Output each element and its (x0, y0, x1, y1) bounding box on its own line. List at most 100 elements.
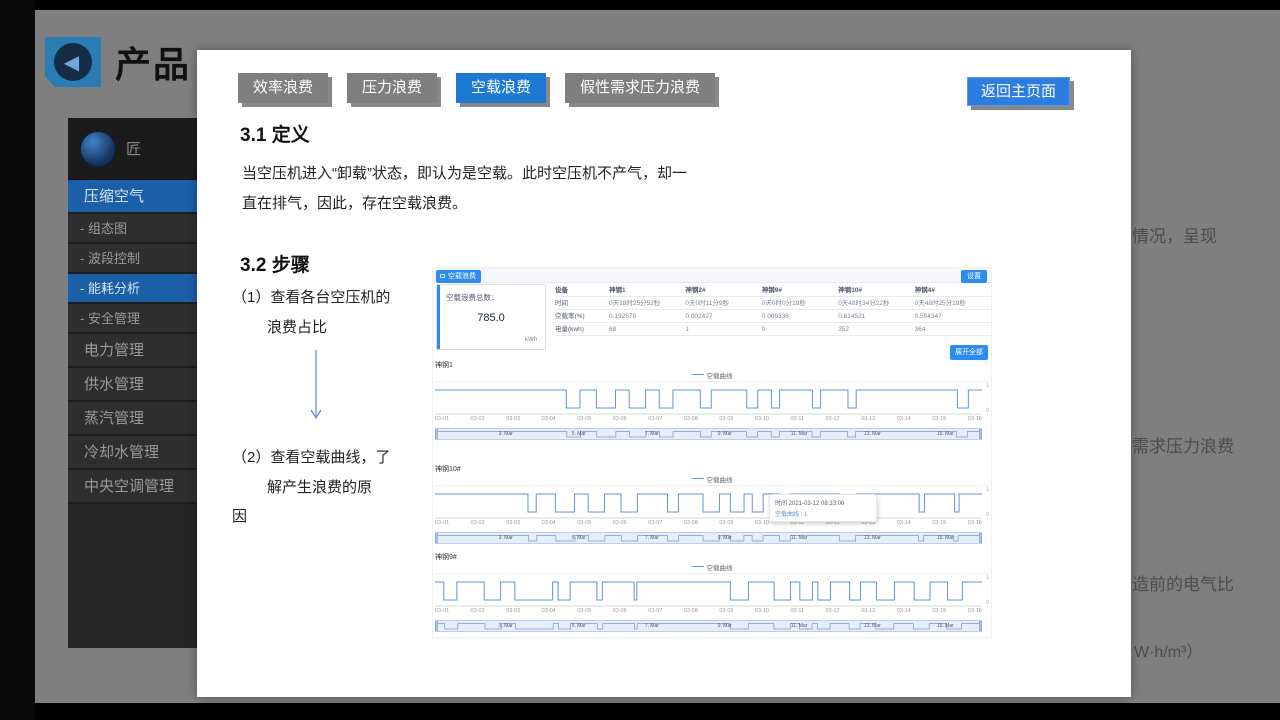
x-tick: 03-03 (506, 608, 520, 616)
sidebar-logo-row: 匠 (68, 118, 200, 180)
slider-date-label: 5. Mar (572, 431, 586, 437)
slider-date-label: 9. Mar (718, 623, 732, 629)
return-main-button[interactable]: 返回主页面 (967, 77, 1070, 106)
x-tick: 03-09 (719, 416, 733, 424)
tab-空载浪费[interactable]: 空载浪费 (456, 73, 546, 103)
slide-title-row: ◀ 产品 (45, 36, 191, 88)
screen: ◀ 产品 匠 压缩空气- 组态图- 波段控制- 能耗分析- 安全管理电力管理供水… (0, 0, 1280, 720)
left-black-bar (0, 0, 35, 720)
chart-plot-area[interactable]: 10 (435, 381, 989, 414)
x-axis-ticks: 03-0103-0203-0303-0403-0503-0603-0703-08… (435, 416, 989, 424)
legend-line-icon (692, 478, 704, 479)
slide-title: 产品 (115, 36, 191, 88)
x-tick: 03-10 (755, 520, 769, 528)
sidebar-item[interactable]: 供水管理 (68, 368, 200, 402)
legend-label: 空载曲线 (707, 474, 733, 484)
slider-date-label: 15. Mar (937, 431, 954, 437)
slider-handle-left[interactable] (435, 533, 438, 543)
slider-handle-right[interactable] (979, 533, 982, 543)
x-tick: 03-16 (968, 416, 982, 424)
y-axis-min: 0 (986, 408, 989, 414)
legend-line-icon (692, 374, 704, 375)
chart-legend[interactable]: 空载曲线 (435, 474, 989, 483)
x-tick: 03-10 (755, 608, 769, 616)
background-text-fragment: 造前的电气比 (1132, 570, 1234, 595)
sidebar-menu: 压缩空气- 组态图- 波段控制- 能耗分析- 安全管理电力管理供水管理蒸汽管理冷… (68, 180, 200, 504)
y-axis-min: 0 (986, 512, 989, 518)
chart-zoom-slider[interactable]: 3. Mar5. Mar7. Mar9. Mar11. Mar13. Mar15… (435, 620, 982, 632)
slider-handle-right[interactable] (979, 429, 982, 439)
definition-text-line1: 当空压机进入“卸载”状态，即认为是空载。此时空压机不产气，却一 (242, 162, 687, 183)
x-tick: 03-07 (648, 416, 662, 424)
brand-name: 匠 (126, 138, 141, 159)
sidebar-item[interactable]: 电力管理 (68, 334, 200, 368)
x-tick: 03-12 (826, 416, 840, 424)
x-tick: 03-16 (968, 520, 982, 528)
chart-plot-area[interactable]: 10 (435, 573, 989, 606)
y-axis-min: 0 (986, 600, 989, 606)
slider-date-label: 3. Mar (499, 623, 513, 629)
x-tick: 03-15 (932, 416, 946, 424)
slider-date-label: 15. Mar (937, 535, 954, 541)
slider-date-label: 5. Mar (572, 623, 586, 629)
x-tick: 03-07 (648, 520, 662, 528)
sidebar-item[interactable]: - 安全管理 (68, 304, 200, 334)
x-tick: 03-05 (577, 416, 591, 424)
slider-date-label: 5. Mar (572, 535, 586, 541)
sidebar-item[interactable]: - 组态图 (68, 214, 200, 244)
legend-label: 空载曲线 (707, 562, 733, 572)
back-arrow-icon[interactable]: ◀ (45, 37, 101, 87)
x-tick: 03-04 (542, 416, 556, 424)
sidebar-item[interactable]: 蒸汽管理 (68, 402, 200, 436)
waste-detail-modal: 效率浪费压力浪费空载浪费假性需求压力浪费 返回主页面 3.1 定义 当空压机进入… (197, 50, 1131, 697)
legend-label: 空载曲线 (707, 370, 733, 380)
play-left-icon: ◀ (54, 43, 92, 81)
step1-line1: （1）查看各台空压机的 (232, 286, 390, 307)
step2-line1: （2）查看空载曲线，了 (232, 446, 390, 467)
x-tick: 03-10 (755, 416, 769, 424)
background-text-fragment: 情况，呈现 (1132, 222, 1217, 247)
sidebar-item[interactable]: 中央空调管理 (68, 470, 200, 504)
slider-date-label: 7. Mar (645, 535, 659, 541)
sidebar-item[interactable]: 压缩空气 (68, 180, 200, 214)
chart-title: 神钢10# (435, 464, 989, 474)
bottom-black-bar (0, 703, 1280, 720)
background-text-fragment: W·h/m³） (1134, 638, 1202, 662)
sidebar-item[interactable]: - 能耗分析 (68, 274, 200, 304)
chart-title: 神钢9# (435, 552, 989, 562)
x-tick: 03-15 (932, 520, 946, 528)
tab-假性需求压力浪费[interactable]: 假性需求压力浪费 (565, 73, 715, 103)
y-axis-max: 1 (986, 383, 989, 389)
sidebar-item[interactable]: 冷却水管理 (68, 436, 200, 470)
slider-date-label: 15. Mar (937, 623, 954, 629)
chart-plot-area[interactable]: 10时间 2021-03-12 08:33:00空载曲线 : 1 (435, 485, 989, 518)
x-tick: 03-01 (435, 520, 449, 528)
chart-zoom-slider[interactable]: 3. Mar5. Mar7. Mar9. Mar11. Mar13. Mar15… (435, 428, 982, 440)
chart-zoom-slider[interactable]: 3. Mar5. Mar7. Mar9. Mar11. Mar13. Mar15… (435, 532, 982, 544)
x-tick: 03-14 (897, 608, 911, 616)
slider-handle-left[interactable] (435, 429, 438, 439)
y-axis-max: 1 (986, 487, 989, 493)
sidebar: 匠 压缩空气- 组态图- 波段控制- 能耗分析- 安全管理电力管理供水管理蒸汽管… (68, 118, 200, 648)
slider-handle-left[interactable] (435, 621, 438, 631)
x-tick: 03-02 (471, 608, 485, 616)
x-tick: 03-02 (471, 520, 485, 528)
x-tick: 03-05 (577, 520, 591, 528)
tab-效率浪费[interactable]: 效率浪费 (238, 73, 328, 103)
tab-压力浪费[interactable]: 压力浪费 (347, 73, 437, 103)
slider-date-label: 13. Mar (864, 431, 881, 437)
sidebar-item[interactable]: - 波段控制 (68, 244, 200, 274)
x-tick: 03-14 (897, 520, 911, 528)
slider-date-label: 11. Mar (791, 431, 808, 437)
x-tick: 03-08 (684, 520, 698, 528)
x-tick: 03-03 (506, 416, 520, 424)
dashboard-screenshot: 空载浪费 设置 空载浪费总数： 785.0 kWh 设备神钢1神钢2#神钢9#神… (432, 267, 992, 638)
chart-legend[interactable]: 空载曲线 (435, 562, 989, 571)
slider-handle-right[interactable] (979, 621, 982, 631)
x-tick: 03-16 (968, 608, 982, 616)
chart-tooltip: 时间 2021-03-12 08:33:00空载曲线 : 1 (769, 494, 877, 522)
x-tick: 03-04 (542, 608, 556, 616)
chart-legend[interactable]: 空载曲线 (435, 370, 989, 379)
x-tick: 03-01 (435, 416, 449, 424)
slider-date-label: 11. Mar (791, 623, 808, 629)
